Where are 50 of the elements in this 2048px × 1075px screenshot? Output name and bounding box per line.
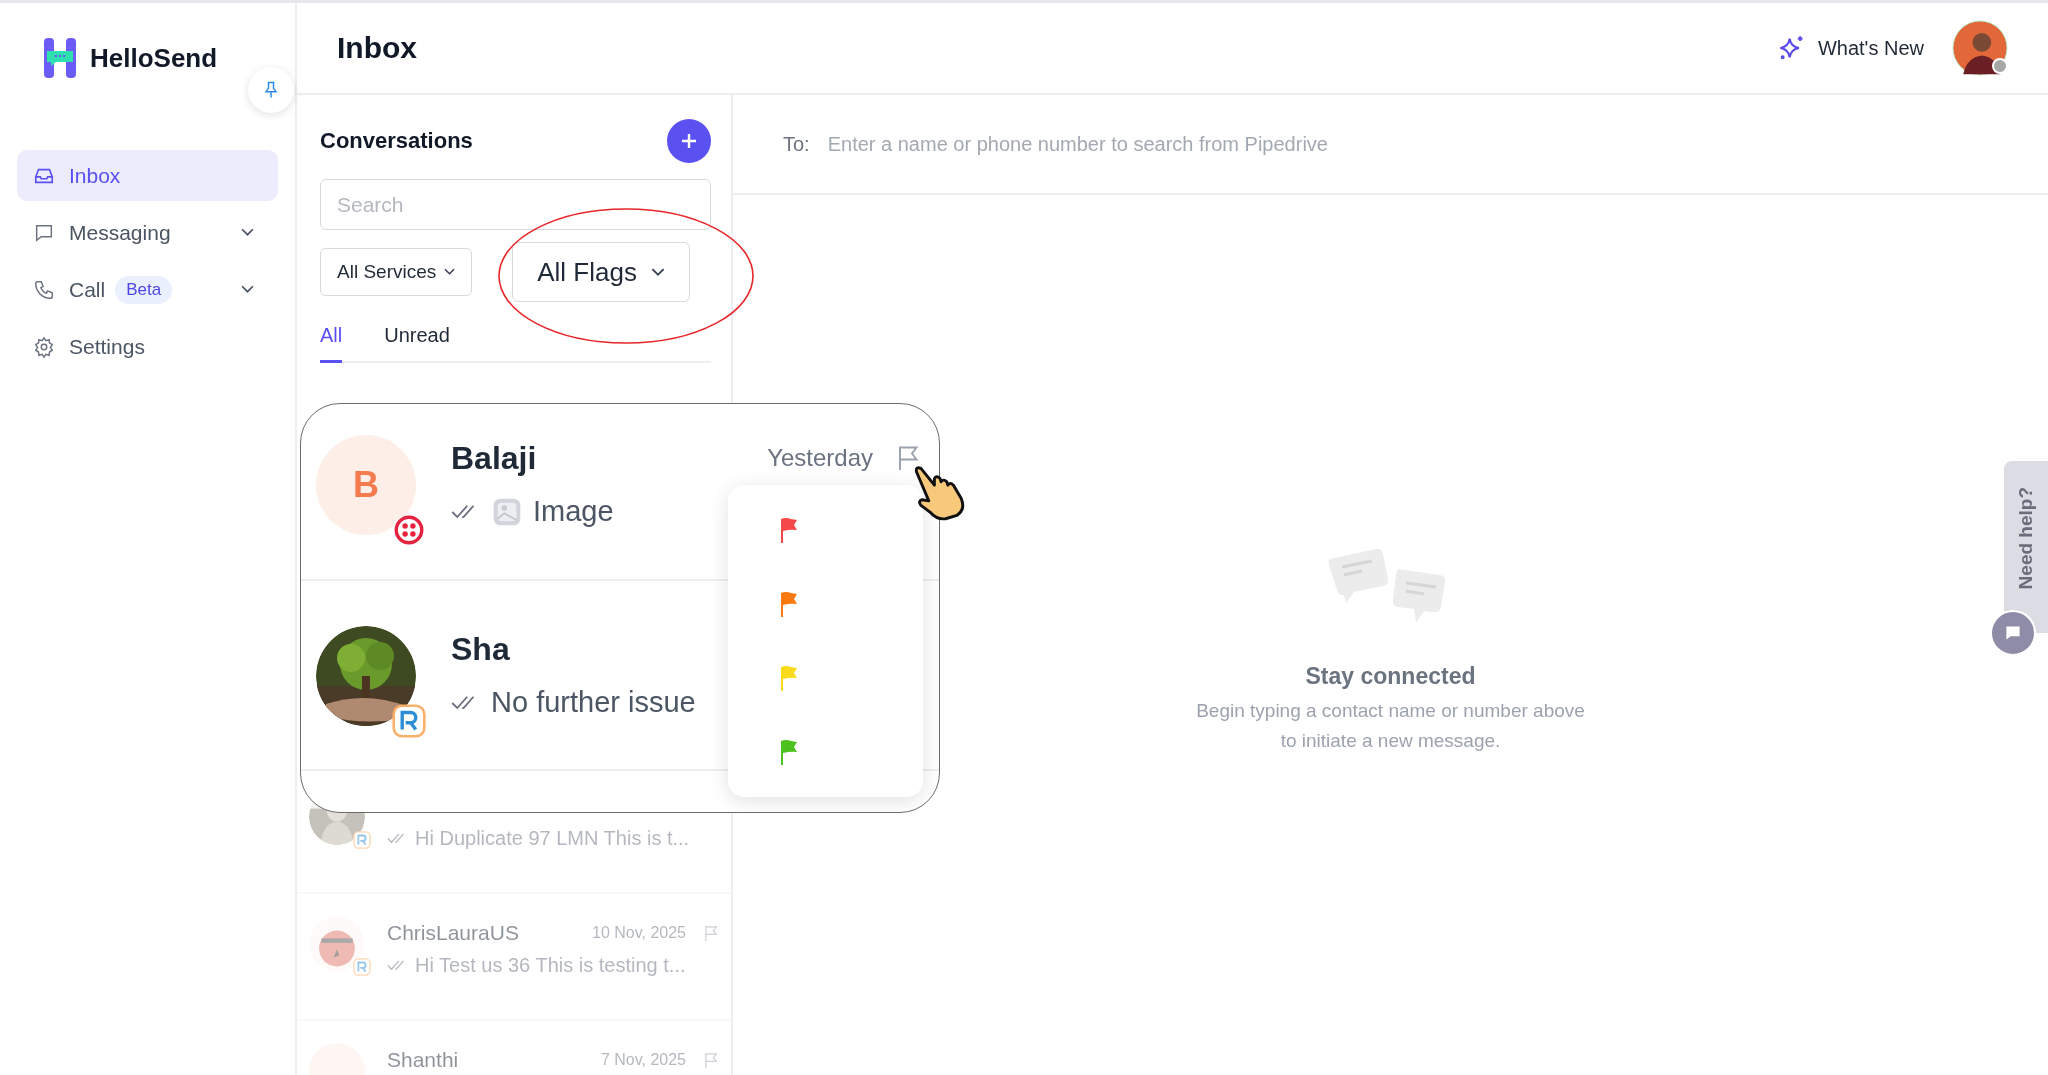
search-field[interactable]: Search [320, 179, 711, 230]
whats-new-button[interactable]: What's New [1777, 34, 1924, 62]
chevron-down-icon [650, 267, 665, 277]
status-dot [1992, 58, 2008, 74]
add-button[interactable] [667, 119, 711, 163]
settings-icon [33, 335, 55, 358]
channel-icon [353, 831, 371, 849]
filter-dropdown[interactable]: All Flags [512, 242, 690, 302]
contact-name: Shanthi [387, 1048, 459, 1072]
contact-name: Sha [451, 630, 510, 668]
to-label: To: [783, 132, 810, 156]
plus-icon [679, 131, 699, 151]
app-name: HelloSend [90, 42, 218, 74]
date-label: Yesterday [767, 444, 873, 472]
pin-button[interactable] [248, 67, 294, 113]
flag-icon[interactable] [897, 444, 921, 472]
sparkle-icon [1777, 34, 1806, 62]
avatar: B [316, 435, 416, 535]
empty-description: Begin typing a contact name or number above to initiate a new message. [1195, 699, 1586, 753]
nav-label: Messaging [69, 220, 171, 245]
nav-label: Settings [69, 334, 145, 359]
nav-label: Call [69, 277, 106, 302]
nav-item[interactable]: Inbox [17, 150, 278, 201]
nav-item[interactable]: Messaging [17, 207, 278, 258]
tab[interactable]: Unread [384, 316, 450, 363]
nav-item[interactable]: Settings [17, 321, 278, 372]
page-title: Inbox [337, 31, 417, 65]
user-avatar[interactable] [1952, 20, 2008, 76]
channel-icon [353, 958, 371, 976]
logo-icon [44, 38, 76, 78]
filter-dropdown[interactable]: All Services [320, 248, 473, 296]
phone-icon [33, 278, 55, 301]
message-preview: Image [533, 495, 614, 528]
message-preview: Hi Test us 36 This is testing t... [415, 954, 686, 977]
nav-label: Inbox [69, 163, 121, 188]
tab[interactable]: All [320, 316, 343, 363]
channel-icon [392, 704, 426, 738]
channel-icon [392, 513, 426, 547]
date-label: 10 Nov, 2025 [592, 924, 686, 942]
date-label: 7 Nov, 2025 [600, 1051, 686, 1069]
contact-name: Balaji [451, 439, 537, 477]
section-title: Conversations [320, 128, 473, 154]
contact-name: ChrisLauraUS [387, 921, 519, 945]
beta-badge: Beta [115, 275, 173, 304]
nav-item[interactable]: Call Beta [17, 264, 278, 315]
message-preview: Hi Duplicate 97 LMN This is t... [415, 827, 690, 850]
empty-title: Stay connected [1305, 663, 1476, 690]
chevron-down-icon [444, 268, 456, 276]
help-tab[interactable]: Need help? [2004, 461, 2048, 633]
message-preview: No further issue [491, 686, 696, 719]
